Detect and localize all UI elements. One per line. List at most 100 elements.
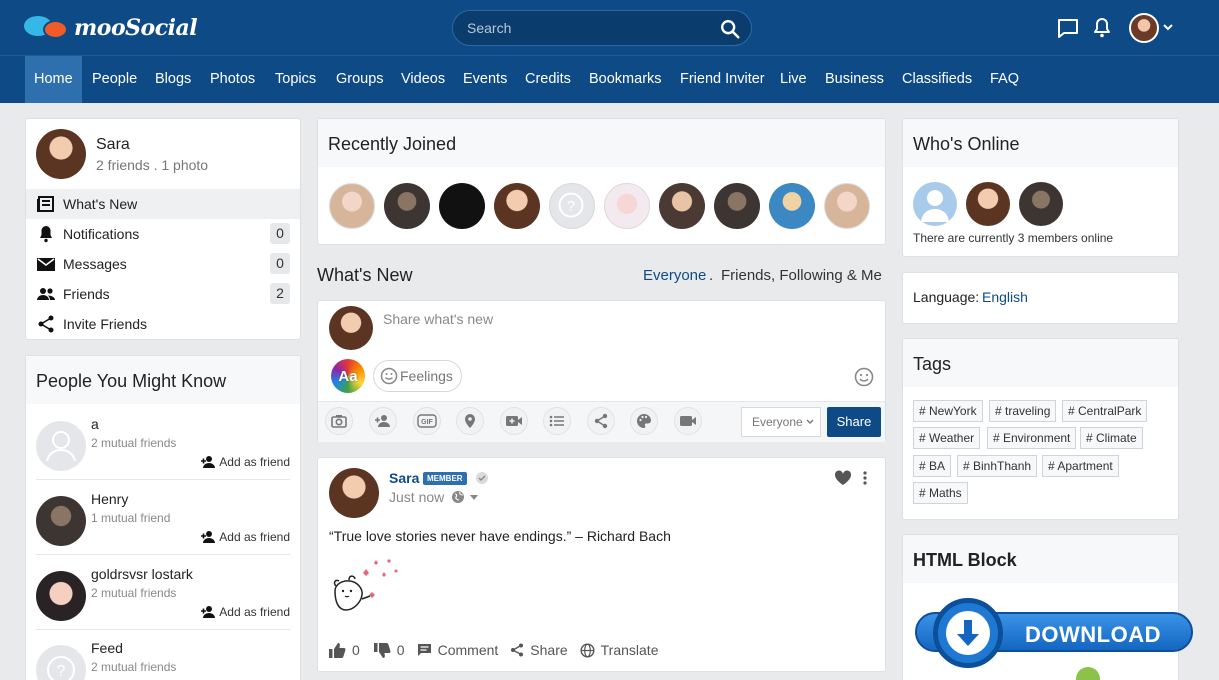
nav-photos[interactable]: Photos xyxy=(201,56,264,103)
add-friend-button[interactable]: Add as friend xyxy=(200,455,290,469)
menu-friends[interactable]: Friends 2 xyxy=(26,279,300,309)
member-avatar[interactable] xyxy=(494,183,540,229)
member-avatar[interactable] xyxy=(714,183,760,229)
avatar[interactable] xyxy=(36,496,86,546)
profile-avatar[interactable] xyxy=(36,129,86,179)
photo-button[interactable] xyxy=(325,407,353,435)
nav-live[interactable]: Live xyxy=(771,56,816,103)
video-button[interactable] xyxy=(500,407,528,435)
nav-groups[interactable]: Groups xyxy=(327,56,393,103)
avatar[interactable]: ? xyxy=(36,645,86,680)
chat-icon[interactable] xyxy=(1056,16,1080,40)
filter-everyone-tab[interactable]: Everyone xyxy=(643,267,706,284)
member-avatar[interactable] xyxy=(769,183,815,229)
bell-icon[interactable] xyxy=(1090,16,1114,40)
tag-chip[interactable]: # Environment xyxy=(987,427,1077,449)
nav-bookmarks[interactable]: Bookmarks xyxy=(580,56,671,103)
tag-chip[interactable]: # BinhThanh xyxy=(957,455,1038,477)
gif-button[interactable]: GIF xyxy=(413,407,441,435)
menu-notifications[interactable]: Notifications 0 xyxy=(26,219,300,249)
default-user-icon xyxy=(921,190,949,222)
person-name[interactable]: Feed xyxy=(91,640,123,656)
add-friend-button[interactable]: Add as friend xyxy=(200,605,290,619)
search-icon[interactable] xyxy=(719,18,741,40)
tag-chip[interactable]: # NewYork xyxy=(913,400,983,422)
filter-friends-tab[interactable]: Friends, Following & Me xyxy=(721,267,882,284)
thumbs-up-icon[interactable] xyxy=(329,642,346,658)
member-avatar[interactable] xyxy=(439,183,485,229)
translate-button[interactable]: Translate xyxy=(601,642,659,658)
nav-blogs[interactable]: Blogs xyxy=(146,56,200,103)
avatar[interactable] xyxy=(36,571,86,621)
tag-chip[interactable]: # Apartment xyxy=(1042,455,1119,477)
nav-friend-inviter[interactable]: Friend Inviter xyxy=(671,56,774,103)
more-options-icon[interactable] xyxy=(862,470,868,486)
user-avatar[interactable] xyxy=(1129,13,1159,43)
nav-business[interactable]: Business xyxy=(816,56,893,103)
search-input[interactable] xyxy=(467,11,717,45)
menu-messages[interactable]: Messages 0 xyxy=(26,249,300,279)
tag-chip[interactable]: # BA xyxy=(913,455,952,477)
like-count[interactable]: 0 xyxy=(352,642,360,658)
emoji-icon[interactable] xyxy=(854,367,874,387)
live-video-button[interactable] xyxy=(674,407,702,435)
feelings-button[interactable]: Feelings xyxy=(373,360,462,392)
add-friend-button[interactable]: Add as friend xyxy=(200,530,290,544)
language-select-link[interactable]: English xyxy=(982,289,1028,305)
menu-whats-new[interactable]: What's New xyxy=(26,189,300,219)
tag-chip[interactable]: # traveling xyxy=(989,400,1057,422)
nav-home[interactable]: Home xyxy=(25,56,82,103)
member-avatar[interactable] xyxy=(604,183,650,229)
nav-topics[interactable]: Topics xyxy=(266,56,325,103)
share-post-button[interactable]: Share xyxy=(827,407,881,437)
poll-button[interactable] xyxy=(543,407,571,435)
member-avatar[interactable] xyxy=(384,183,430,229)
online-avatar[interactable] xyxy=(1019,182,1063,226)
heart-icon[interactable] xyxy=(834,470,852,486)
profile-name[interactable]: Sara xyxy=(96,136,130,154)
nav-credits[interactable]: Credits xyxy=(516,56,580,103)
share-button[interactable]: Share xyxy=(530,642,567,658)
text-style-button[interactable]: Aa xyxy=(331,359,365,393)
online-avatar[interactable] xyxy=(913,182,957,226)
nav-faq[interactable]: FAQ xyxy=(981,56,1028,103)
background-button[interactable] xyxy=(630,407,658,435)
nav-events[interactable]: Events xyxy=(454,56,516,103)
tag-chip[interactable]: # Maths xyxy=(913,482,968,504)
tag-chip[interactable]: # Weather xyxy=(913,427,981,449)
privacy-select[interactable]: Everyone xyxy=(741,407,821,437)
post-author-name[interactable]: Sara xyxy=(389,470,419,486)
nav-people[interactable]: People xyxy=(83,56,146,103)
avatar[interactable] xyxy=(36,421,86,471)
person-name[interactable]: Henry xyxy=(91,491,128,507)
person-name[interactable]: a xyxy=(91,416,99,432)
post-author-avatar[interactable] xyxy=(329,468,379,518)
thumbs-down-icon[interactable] xyxy=(373,642,391,658)
comment-button[interactable]: Comment xyxy=(438,642,499,658)
person-name[interactable]: goldrsvsr lostark xyxy=(91,566,193,582)
member-avatar[interactable]: ? xyxy=(549,183,595,229)
tag-chip[interactable]: # CentralPark xyxy=(1062,400,1148,422)
menu-friends-label: Friends xyxy=(63,286,110,302)
nav-videos[interactable]: Videos xyxy=(392,56,454,103)
share-link-button[interactable] xyxy=(587,407,615,435)
member-avatar[interactable] xyxy=(824,183,870,229)
tag-chip[interactable]: # Climate xyxy=(1080,427,1143,449)
tag-friends-button[interactable] xyxy=(369,407,397,435)
mutual-friends: 2 mutual friends xyxy=(91,586,177,600)
menu-notifications-label: Notifications xyxy=(63,226,140,242)
site-logo[interactable]: mooSocial xyxy=(24,14,198,42)
menu-invite-friends[interactable]: Invite Friends xyxy=(26,309,300,339)
online-avatar[interactable] xyxy=(966,182,1010,226)
member-avatar[interactable] xyxy=(329,183,375,229)
nav-classifieds[interactable]: Classifieds xyxy=(893,56,981,103)
member-avatar[interactable] xyxy=(659,183,705,229)
location-button[interactable] xyxy=(456,407,484,435)
pymk-card: People You Might Know a 2 mutual friends… xyxy=(25,355,301,680)
composer-input[interactable]: Share what's new xyxy=(383,311,493,327)
profile-stats: 2 friends . 1 photo xyxy=(96,157,209,173)
chevron-down-icon[interactable] xyxy=(1162,21,1174,33)
caret-down-icon[interactable] xyxy=(470,495,478,500)
dislike-count[interactable]: 0 xyxy=(397,642,405,658)
post-time[interactable]: Just now xyxy=(389,489,444,505)
